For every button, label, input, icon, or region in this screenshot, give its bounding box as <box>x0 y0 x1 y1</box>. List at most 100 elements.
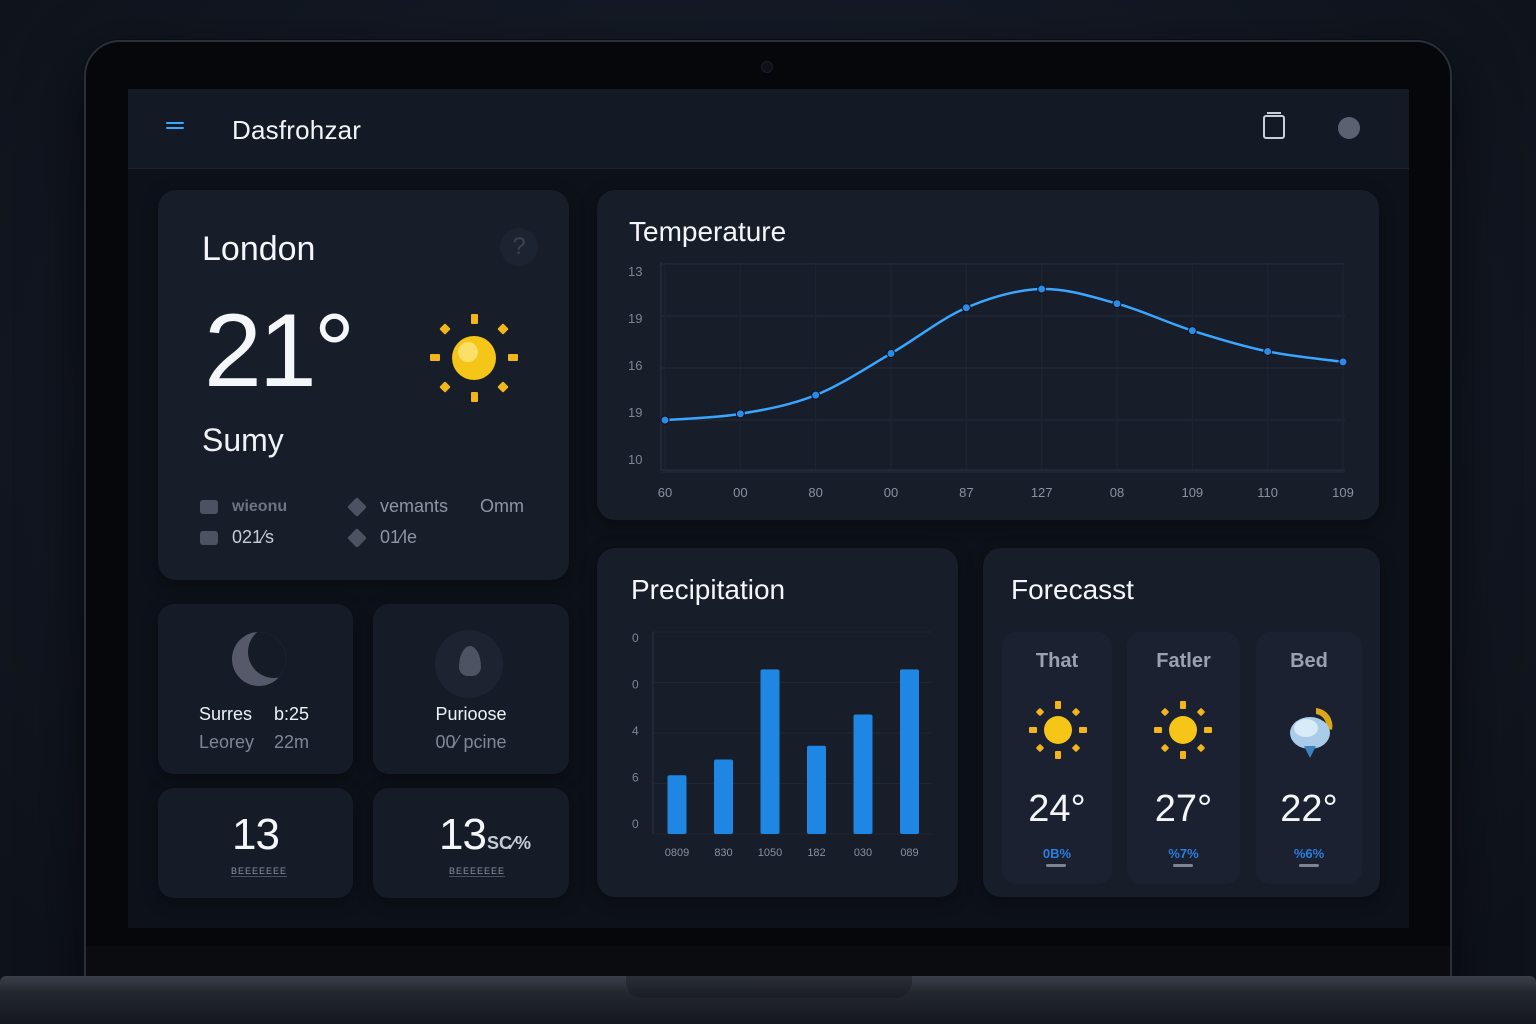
y-tick-label: 0 <box>632 678 639 692</box>
sun-icon <box>1029 701 1087 759</box>
current-weather-card: London ? 21° Sumy wieonu vemants Omm 021… <box>158 190 569 580</box>
tile-label: Surres <box>199 704 253 724</box>
y-tick-label: 0 <box>632 817 639 831</box>
data-point <box>811 390 821 400</box>
data-point <box>961 303 971 313</box>
precipitation-card: Precipitation 0 0 4 6 0 0809 830 1050 182 030 089 <box>597 548 958 897</box>
precipitation-chart: 0 0 4 6 0 0809 830 1050 182 030 089 <box>632 631 931 859</box>
x-tick-label: 127 <box>1031 485 1053 500</box>
meta-label: 01⁄le <box>380 527 418 547</box>
dashboard-screen: Dasfrohzar London ? 21° Sumy wieonu vema… <box>128 89 1409 928</box>
precip-tile[interactable]: Purioose 00⁄ pcine <box>373 604 569 774</box>
precip-bar <box>853 714 873 834</box>
hamburger-menu-icon[interactable] <box>166 119 186 135</box>
day-temp: 27° <box>1154 788 1213 830</box>
day-divider <box>1173 864 1193 867</box>
y-tick-label: 10 <box>628 452 642 467</box>
tile-value: 22m <box>274 732 310 752</box>
weather-condition: Sumy <box>202 422 284 458</box>
thermometer-icon <box>200 530 218 545</box>
day-precip: %6% <box>1293 846 1325 861</box>
stat-tile-1[interactable]: 13 BEEEEEEE <box>158 788 353 898</box>
day-temp: 24° <box>1028 788 1086 830</box>
day-name: That <box>1035 650 1079 672</box>
laptop-notch <box>626 976 912 998</box>
x-tick-label: 830 <box>714 847 732 859</box>
data-point <box>1112 299 1122 309</box>
day-precip: %7% <box>1168 846 1199 861</box>
x-tick-label: 00 <box>733 485 747 500</box>
camera <box>761 61 773 73</box>
y-tick-label: 6 <box>632 771 639 785</box>
x-tick-label: 00 <box>884 485 898 500</box>
y-tick-label: 4 <box>632 724 639 738</box>
drop-icon <box>435 630 503 698</box>
tile-value: 00⁄ pcine <box>435 732 507 752</box>
x-tick-label: 109 <box>1332 485 1354 500</box>
avatar[interactable] <box>1338 117 1360 139</box>
tile-label: Leorey <box>199 732 255 752</box>
stat-value: 13 <box>232 810 280 859</box>
data-point <box>1037 284 1047 294</box>
stat-label: BEEEEEEE <box>449 866 506 877</box>
meta-item-5: 01⁄le <box>347 527 418 548</box>
wind-icon <box>347 527 367 548</box>
precip-bar <box>667 775 687 834</box>
y-tick-label: 16 <box>628 358 642 373</box>
x-tick-label: 030 <box>854 847 872 859</box>
device-icon[interactable] <box>1263 112 1285 139</box>
data-point <box>1338 357 1348 367</box>
temperature-card: Temperature 13 19 16 19 10 60 00 80 00 87 127 08 109… <box>597 190 1379 520</box>
sun-icon <box>1154 701 1212 759</box>
y-tick-label: 19 <box>628 311 642 326</box>
x-tick-label: 110 <box>1257 485 1278 500</box>
forecast-day-1[interactable]: That 24° 0B% <box>1002 632 1112 884</box>
y-tick-label: 19 <box>628 405 642 420</box>
app-title: Dasfrohzar <box>232 115 362 145</box>
forecast-day-2[interactable]: Fatler 27° %7% <box>1127 632 1240 884</box>
stat-tile-2[interactable]: 13 SC⁄% BEEEEEEE <box>373 788 569 898</box>
x-tick-label: 0809 <box>665 847 689 859</box>
x-tick-label: 87 <box>959 485 973 500</box>
temperature-line <box>664 287 1344 422</box>
x-tick-label: 08 <box>1110 485 1124 500</box>
day-divider <box>1299 864 1319 867</box>
precip-bar <box>807 745 826 834</box>
x-tick-label: 109 <box>1181 485 1203 500</box>
tile-label: Purioose <box>435 704 507 724</box>
meta-label: 021⁄s <box>232 527 275 547</box>
briefcase-icon <box>200 500 218 514</box>
stat-suffix: SC⁄% <box>487 833 532 853</box>
forecast-day-3[interactable]: Bed 22° %6% <box>1256 632 1362 884</box>
bottom-bezel <box>86 946 1450 978</box>
data-point <box>886 349 896 359</box>
stat-value: 13 <box>439 810 487 859</box>
data-point <box>660 415 670 425</box>
data-point <box>735 409 745 419</box>
forecast-title: Forecasst <box>1011 574 1134 605</box>
y-tick-label: 13 <box>628 264 642 279</box>
x-tick-label: 182 <box>807 847 825 859</box>
forecast-card: Forecasst That 24° 0B% Fatler 27° %7% Be… <box>983 548 1380 897</box>
sun-icon <box>430 314 518 402</box>
cloud-icon <box>1290 708 1333 758</box>
precip-bar <box>760 669 780 834</box>
city-name: London <box>202 230 316 268</box>
meta-label: wieonu <box>232 498 288 515</box>
data-point <box>1187 326 1197 336</box>
tile-value: b:25 <box>274 704 310 724</box>
day-name: Fatler <box>1156 650 1211 672</box>
moon-icon <box>232 632 286 686</box>
meta-item-2: vemants <box>347 496 448 517</box>
x-tick-label: 80 <box>808 485 822 500</box>
day-precip: 0B% <box>1042 846 1072 861</box>
precip-bar <box>900 669 919 834</box>
x-tick-label: 1050 <box>758 847 782 859</box>
meta-item-3: Omm <box>480 496 524 517</box>
meta-label: Omm <box>480 496 524 516</box>
moon-tile[interactable]: Surres b:25 Leorey 22m <box>158 604 353 774</box>
precip-bar <box>714 759 733 834</box>
day-temp: 22° <box>1280 788 1338 830</box>
help-icon[interactable]: ? <box>500 228 538 266</box>
current-temperature: 21° <box>204 293 355 409</box>
